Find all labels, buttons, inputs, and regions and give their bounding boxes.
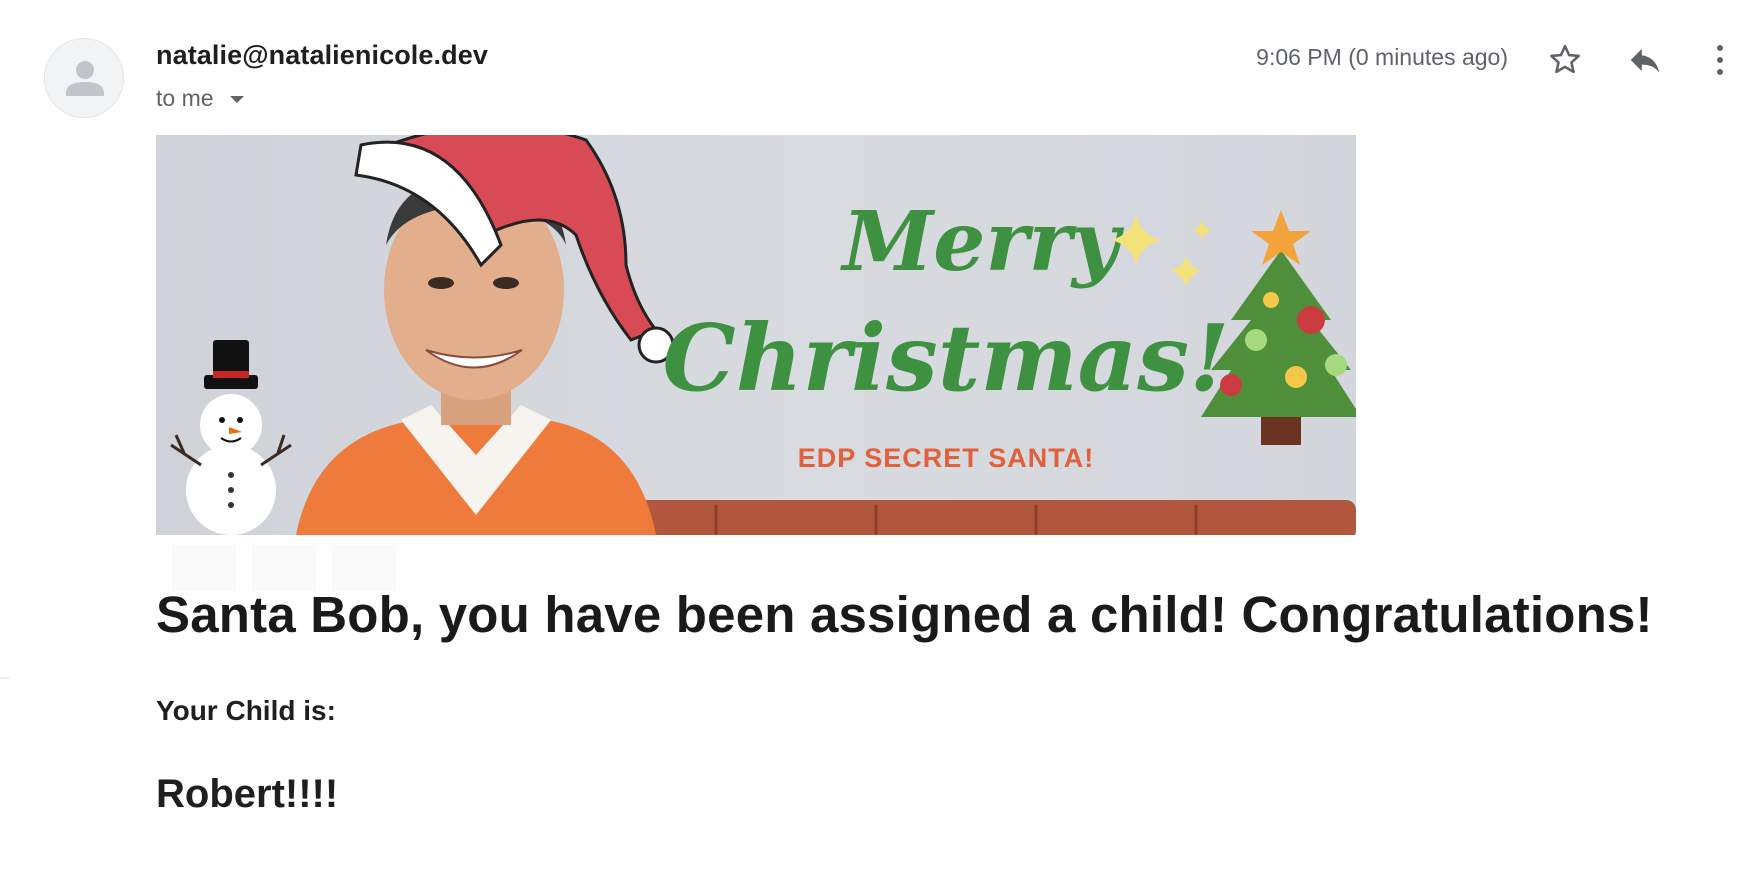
banner-subtitle: EDP SECRET SANTA!: [798, 443, 1095, 473]
child-label: Your Child is:: [156, 695, 336, 726]
reply-icon: [1630, 48, 1660, 73]
recipient-label: to me: [156, 85, 214, 111]
star-outline-icon: [1550, 44, 1580, 74]
sofa-shape: [556, 500, 1356, 535]
reply-button[interactable]: [1621, 36, 1669, 84]
more-options-button[interactable]: [1702, 36, 1738, 84]
person-icon: [66, 61, 104, 96]
greeting-line1: Merry: [840, 194, 1125, 290]
more-vertical-icon: [1717, 45, 1723, 75]
sender-avatar[interactable]: [44, 38, 124, 118]
email-headline: Santa Bob, you have been assigned a chil…: [156, 586, 1653, 643]
email-timestamp: 9:06 PM (0 minutes ago): [1256, 44, 1508, 70]
star-button[interactable]: [1541, 36, 1589, 84]
child-name: Robert!!!!: [156, 772, 339, 816]
divider: [0, 677, 10, 679]
sender-address[interactable]: natalie@natalienicole.dev: [156, 40, 488, 71]
caret-down-icon: [229, 96, 244, 103]
recipient-dropdown[interactable]: to me: [156, 85, 244, 112]
christmas-banner-image: Merry Christmas! EDP SECRET SANTA!: [156, 135, 1356, 535]
greeting-line2: Christmas!: [663, 304, 1230, 412]
